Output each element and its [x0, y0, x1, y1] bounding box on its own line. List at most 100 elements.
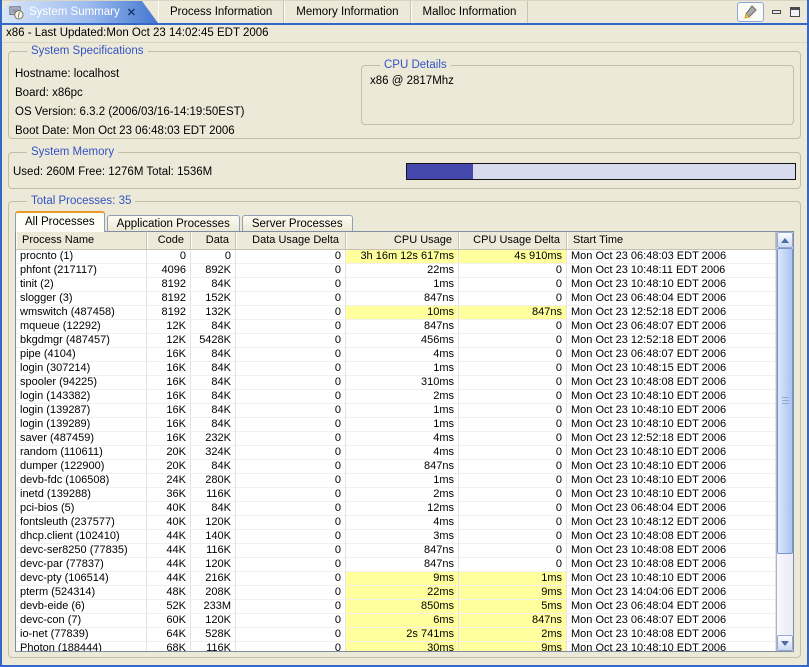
scrollbar-down-icon[interactable]	[777, 635, 793, 651]
table-cell: 84K	[191, 376, 236, 390]
tab-server-processes[interactable]: Server Processes	[242, 215, 353, 232]
table-cell: 0	[236, 362, 346, 376]
table-row[interactable]: inetd (139288)36K116K02ms0Mon Oct 23 10:…	[16, 488, 776, 502]
table-row[interactable]: pci-bios (5)40K84K012ms0Mon Oct 23 06:48…	[16, 502, 776, 516]
total-processes-group: Total Processes: 35 All ProcessesApplica…	[8, 201, 801, 658]
table-cell: 0	[236, 334, 346, 348]
column-header-cpu-usage-delta[interactable]: CPU Usage Delta	[459, 232, 567, 249]
table-cell: 892K	[191, 264, 236, 278]
tab-all-processes[interactable]: All Processes	[15, 211, 105, 232]
table-row[interactable]: spooler (94225)16K84K0310ms0Mon Oct 23 1…	[16, 376, 776, 390]
column-header-data-usage-delta[interactable]: Data Usage Delta	[236, 232, 346, 249]
table-row[interactable]: Photon (188444)68K116K030ms9msMon Oct 23…	[16, 642, 776, 651]
table-cell: 0	[191, 250, 236, 264]
table-cell: 208K	[191, 586, 236, 600]
table-row[interactable]: devc-con (7)60K120K06ms847nsMon Oct 23 0…	[16, 614, 776, 628]
vertical-scrollbar[interactable]	[776, 232, 793, 651]
table-row[interactable]: slogger (3)8192152K0847ns0Mon Oct 23 06:…	[16, 292, 776, 306]
table-cell: Mon Oct 23 10:48:10 EDT 2006	[567, 488, 776, 502]
table-cell: Mon Oct 23 10:48:10 EDT 2006	[567, 572, 776, 586]
table-cell: 12K	[147, 320, 191, 334]
table-cell: devc-par (77837)	[16, 558, 147, 572]
table-cell: Mon Oct 23 10:48:12 EDT 2006	[567, 516, 776, 530]
view-content: System Specifications Hostname: localhos…	[2, 51, 807, 667]
table-row[interactable]: saver (487459)16K232K04ms0Mon Oct 23 12:…	[16, 432, 776, 446]
column-header-cpu-usage[interactable]: CPU Usage	[346, 232, 459, 249]
table-cell: 20K	[147, 460, 191, 474]
table-cell: 847ns	[346, 460, 459, 474]
table-cell: 22ms	[346, 586, 459, 600]
table-cell: 16K	[147, 418, 191, 432]
table-row[interactable]: fontsleuth (237577)40K120K04ms0Mon Oct 2…	[16, 516, 776, 530]
table-cell: 0	[236, 418, 346, 432]
table-cell: 0	[459, 404, 567, 418]
tab-application-processes[interactable]: Application Processes	[107, 215, 240, 232]
table-cell: procnto (1)	[16, 250, 147, 264]
table-cell: phfont (217117)	[16, 264, 147, 278]
table-cell: 0	[459, 362, 567, 376]
view-tab-process-information[interactable]: Process Information	[158, 1, 284, 23]
table-cell: Mon Oct 23 14:04:06 EDT 2006	[567, 586, 776, 600]
table-cell: io-net (77839)	[16, 628, 147, 642]
table-cell: tinit (2)	[16, 278, 147, 292]
scrollbar-track[interactable]	[777, 248, 793, 635]
table-row[interactable]: wmswitch (487458)8192132K010ms847nsMon O…	[16, 306, 776, 320]
table-row[interactable]: devb-eide (6)52K233M0850ms5msMon Oct 23 …	[16, 600, 776, 614]
table-cell: 30ms	[346, 642, 459, 651]
scrollbar-thumb[interactable]	[777, 248, 793, 554]
column-header-data[interactable]: Data	[191, 232, 236, 249]
table-cell: 9ms	[346, 572, 459, 586]
table-row[interactable]: phfont (217117)4096892K022ms0Mon Oct 23 …	[16, 264, 776, 278]
table-cell: 8192	[147, 306, 191, 320]
table-cell: dhcp.client (102410)	[16, 530, 147, 544]
table-row[interactable]: login (143382)16K84K02ms0Mon Oct 23 10:4…	[16, 390, 776, 404]
column-header-code[interactable]: Code	[147, 232, 191, 249]
table-row[interactable]: io-net (77839)64K528K02s 741ms2msMon Oct…	[16, 628, 776, 642]
table-cell: 0	[236, 390, 346, 404]
table-cell: 16K	[147, 348, 191, 362]
view-tab-system-summary[interactable]: i System Summary ✕	[2, 1, 158, 23]
table-cell: 12K	[147, 334, 191, 348]
table-row[interactable]: bkgdmgr (487457)12K5428K0456ms0Mon Oct 2…	[16, 334, 776, 348]
table-cell: pipe (4104)	[16, 348, 147, 362]
table-row[interactable]: pipe (4104)16K84K04ms0Mon Oct 23 06:48:0…	[16, 348, 776, 362]
table-row[interactable]: dumper (122900)20K84K0847ns0Mon Oct 23 1…	[16, 460, 776, 474]
table-cell: Mon Oct 23 10:48:08 EDT 2006	[567, 628, 776, 642]
table-cell: 6ms	[346, 614, 459, 628]
table-row[interactable]: pterm (524314)48K208K022ms9msMon Oct 23 …	[16, 586, 776, 600]
table-row[interactable]: login (139287)16K84K01ms0Mon Oct 23 10:4…	[16, 404, 776, 418]
table-cell: Mon Oct 23 06:48:07 EDT 2006	[567, 614, 776, 628]
view-tab-memory-information[interactable]: Memory Information	[284, 1, 410, 23]
table-cell: 44K	[147, 572, 191, 586]
table-row[interactable]: devc-ser8250 (77835)44K116K0847ns0Mon Oc…	[16, 544, 776, 558]
table-cell: 0	[236, 306, 346, 320]
pencil-icon-button[interactable]	[737, 2, 764, 22]
system-memory-title: System Memory	[27, 145, 118, 160]
minimize-icon[interactable]	[769, 4, 783, 20]
close-icon[interactable]: ✕	[127, 6, 136, 19]
table-cell: 216K	[191, 572, 236, 586]
table-cell: 116K	[191, 488, 236, 502]
maximize-icon[interactable]	[788, 4, 802, 20]
column-header-process-name[interactable]: Process Name	[16, 232, 147, 249]
table-row[interactable]: devb-fdc (106508)24K280K01ms0Mon Oct 23 …	[16, 474, 776, 488]
table-row[interactable]: devc-pty (106514)44K216K09ms1msMon Oct 2…	[16, 572, 776, 586]
table-row[interactable]: procnto (1)0003h 16m 12s 617ms4s 910msMo…	[16, 250, 776, 264]
memory-usage-bar	[406, 163, 796, 180]
table-row[interactable]: login (307214)16K84K01ms0Mon Oct 23 10:4…	[16, 362, 776, 376]
table-cell: 0	[236, 404, 346, 418]
table-row[interactable]: mqueue (12292)12K84K0847ns0Mon Oct 23 06…	[16, 320, 776, 334]
table-row[interactable]: login (139289)16K84K01ms0Mon Oct 23 10:4…	[16, 418, 776, 432]
column-header-start-time[interactable]: Start Time	[567, 232, 776, 249]
table-cell: 84K	[191, 348, 236, 362]
view-tabbar: i System Summary ✕ Process InformationMe…	[2, 0, 807, 25]
table-row[interactable]: devc-par (77837)44K120K0847ns0Mon Oct 23…	[16, 558, 776, 572]
table-cell: 0	[236, 292, 346, 306]
table-row[interactable]: tinit (2)819284K01ms0Mon Oct 23 10:48:10…	[16, 278, 776, 292]
table-cell: 4ms	[346, 348, 459, 362]
table-cell: 152K	[191, 292, 236, 306]
scrollbar-up-icon[interactable]	[777, 232, 793, 248]
table-row[interactable]: dhcp.client (102410)44K140K03ms0Mon Oct …	[16, 530, 776, 544]
view-tab-malloc-information[interactable]: Malloc Information	[411, 1, 529, 23]
table-row[interactable]: random (110611)20K324K04ms0Mon Oct 23 10…	[16, 446, 776, 460]
